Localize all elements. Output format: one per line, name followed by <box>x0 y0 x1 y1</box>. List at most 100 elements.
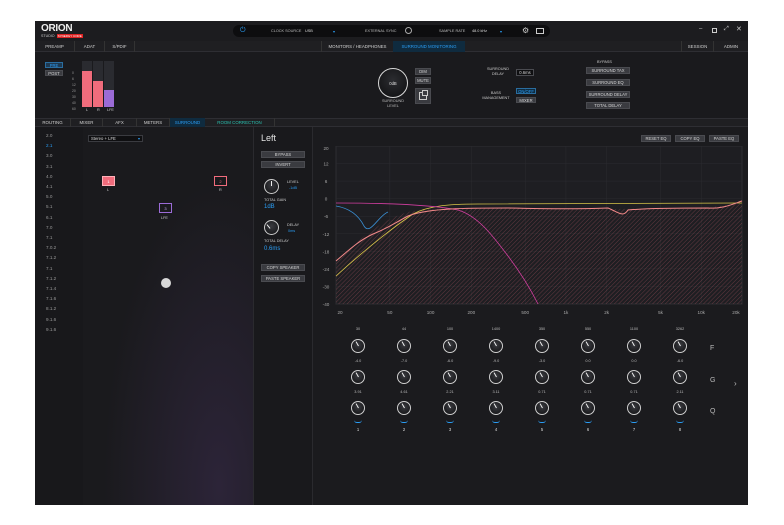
surround-delay-input[interactable]: 0.6ms <box>516 69 534 76</box>
format-item[interactable]: 7.1.6 <box>46 296 56 301</box>
fullscreen-icon[interactable]: ⤢ <box>724 26 729 33</box>
band-freq-knob[interactable] <box>673 339 687 353</box>
format-item[interactable]: 7.1.2 <box>46 255 56 260</box>
band-freq-knob[interactable] <box>581 339 595 353</box>
filter-type-icon[interactable] <box>538 420 546 423</box>
band-gain-knob[interactable] <box>535 370 549 384</box>
layout-dropdown[interactable]: Stereo + LFE ▾ <box>88 135 143 142</box>
copy-eq-button[interactable]: COPY EQ <box>675 135 705 142</box>
band-gain-knob[interactable] <box>581 370 595 384</box>
band-q-knob[interactable] <box>581 401 595 415</box>
band-q-knob[interactable] <box>489 401 503 415</box>
tab-spdif[interactable]: S/PDIF <box>105 41 135 52</box>
band-gain-knob[interactable] <box>443 370 457 384</box>
restore-icon[interactable] <box>712 28 717 33</box>
band-q-knob[interactable] <box>397 401 411 415</box>
band-q-knob[interactable] <box>443 401 457 415</box>
chevron-right-icon[interactable]: › <box>734 379 737 388</box>
tab-meters[interactable]: METERS <box>137 118 170 127</box>
channel-invert-button[interactable]: INVERT <box>261 161 305 168</box>
format-item[interactable]: 8.1.2 <box>46 306 56 311</box>
swap-button[interactable] <box>415 88 431 104</box>
format-item[interactable]: 3.0 <box>46 153 52 158</box>
filter-type-icon[interactable] <box>630 420 638 423</box>
format-item[interactable]: 9.1.6 <box>46 317 56 322</box>
speaker-r[interactable]: 2 <box>214 176 227 186</box>
surround-level-knob[interactable]: 0dB <box>378 68 408 98</box>
band-freq-knob[interactable] <box>397 339 411 353</box>
filter-type-icon[interactable] <box>492 420 500 423</box>
bass-onoff-button[interactable]: ON/OFF <box>516 88 536 94</box>
filter-type-icon[interactable] <box>584 420 592 423</box>
band-gain-knob[interactable] <box>397 370 411 384</box>
band-freq-knob[interactable] <box>535 339 549 353</box>
band-gain-knob[interactable] <box>351 370 365 384</box>
band-gain-knob[interactable] <box>627 370 641 384</box>
pre-button[interactable]: PRE <box>45 62 63 68</box>
device-icon[interactable] <box>536 28 544 34</box>
tab-mixer[interactable]: MIXER <box>71 118 103 127</box>
band-gain-knob[interactable] <box>489 370 503 384</box>
filter-type-icon[interactable] <box>400 420 408 423</box>
band-freq-knob[interactable] <box>351 339 365 353</box>
tab-routing[interactable]: ROUTING <box>35 118 71 127</box>
dim-button[interactable]: DIM <box>415 68 431 75</box>
tab-afx[interactable]: AFX <box>103 118 137 127</box>
format-item[interactable]: 7.0.2 <box>46 245 56 250</box>
power-icon[interactable]: ⏻ <box>240 27 248 35</box>
sample-rate-select[interactable]: 48.0 kHz ▾ <box>472 28 502 34</box>
format-item[interactable]: 6.1 <box>46 215 52 220</box>
band-gain-knob[interactable] <box>673 370 687 384</box>
channel-delay-knob[interactable] <box>264 220 279 235</box>
format-item[interactable]: 7.1.4 <box>46 286 56 291</box>
tab-surround[interactable]: SURROUND <box>170 118 205 127</box>
listener-position-handle[interactable] <box>161 278 171 288</box>
bypass-surround-tax-button[interactable]: SURROUND TAX <box>586 67 630 74</box>
format-item[interactable]: 2.0 <box>46 133 52 138</box>
tab-room-correction[interactable]: ROOM CORRECTION <box>205 118 275 127</box>
mute-button[interactable]: MUTE <box>415 77 431 84</box>
paste-eq-button[interactable]: PASTE EQ <box>709 135 739 142</box>
band-q-knob[interactable] <box>351 401 365 415</box>
format-item[interactable]: 5.1 <box>46 204 52 209</box>
bass-mixer-button[interactable]: MIXER <box>516 97 536 103</box>
bypass-surround-eq-button[interactable]: SURROUND EQ <box>586 79 630 86</box>
band-freq-knob[interactable] <box>489 339 503 353</box>
format-item[interactable]: 4.1 <box>46 184 52 189</box>
format-item[interactable]: 7.1 <box>46 266 52 271</box>
band-q-knob[interactable] <box>673 401 687 415</box>
reset-eq-button[interactable]: RESET EQ <box>641 135 671 142</box>
channel-level-knob[interactable] <box>264 179 279 194</box>
tab-preamp[interactable]: PREAMP <box>35 41 75 52</box>
external-sync-toggle[interactable] <box>405 27 412 34</box>
close-icon[interactable]: ✕ <box>736 25 742 33</box>
filter-type-icon[interactable] <box>676 420 684 423</box>
paste-speaker-button[interactable]: PASTE SPEAKER <box>261 275 305 282</box>
format-item[interactable]: 7.1.2 <box>46 276 56 281</box>
band-freq-knob[interactable] <box>443 339 457 353</box>
channel-bypass-button[interactable]: BYPASS <box>261 151 305 158</box>
tab-session[interactable]: SESSION <box>681 41 713 52</box>
bypass-surround-delay-button[interactable]: SURROUND DELAY <box>586 91 630 98</box>
format-item[interactable]: 9.1.6 <box>46 327 56 332</box>
bypass-total-delay-button[interactable]: TOTAL DELAY <box>586 102 630 109</box>
speaker-l[interactable]: 1 <box>102 176 115 186</box>
format-item[interactable]: 4.0 <box>46 174 52 179</box>
minimize-icon[interactable]: – <box>699 26 702 32</box>
band-q-knob[interactable] <box>627 401 641 415</box>
band-q-knob[interactable] <box>535 401 549 415</box>
format-item[interactable]: 7.1 <box>46 235 52 240</box>
copy-speaker-button[interactable]: COPY SPEAKER <box>261 264 305 271</box>
eq-graph[interactable]: 201260-6-12-18-24-30-40 20 50 100 200 500 1k 2… <box>318 146 746 323</box>
filter-type-icon[interactable] <box>354 420 362 423</box>
gear-icon[interactable]: ⚙ <box>522 26 529 35</box>
tab-monitors[interactable]: MONITORS / HEADPHONES <box>321 41 393 52</box>
filter-type-icon[interactable] <box>446 420 454 423</box>
tab-surround-monitoring[interactable]: SURROUND MONITORING <box>393 41 465 52</box>
tab-admin[interactable]: ADMIN <box>713 41 748 52</box>
tab-adat[interactable]: ADAT <box>75 41 105 52</box>
speaker-lfe[interactable]: 3 <box>159 203 172 213</box>
format-item[interactable]: 7.0 <box>46 225 52 230</box>
band-freq-knob[interactable] <box>627 339 641 353</box>
clock-source-select[interactable]: USB ▾ <box>305 28 335 34</box>
